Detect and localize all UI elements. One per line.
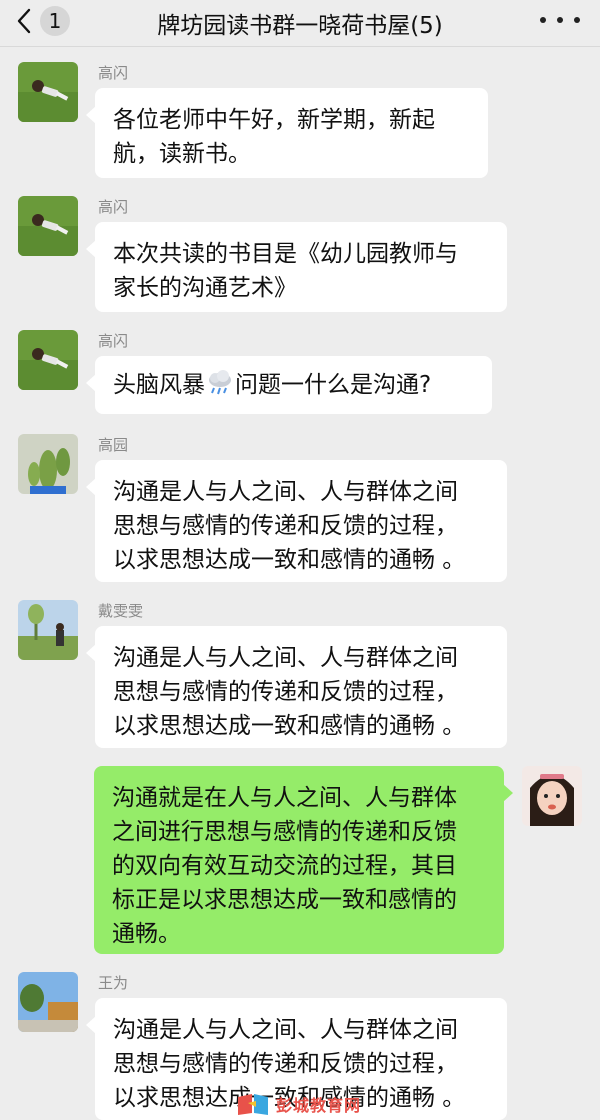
avatar-outdoor-photo [18, 600, 78, 660]
avatar[interactable] [522, 766, 582, 826]
avatar-grass-photo [18, 62, 78, 122]
avatar-street-photo [18, 972, 78, 1032]
avatar-grass-photo [18, 196, 78, 256]
avatar[interactable] [18, 196, 78, 256]
message-bubble[interactable]: 本次共读的书目是《幼儿园教师与 家长的沟通艺术》 [86, 222, 507, 312]
avatar-grass-photo [18, 330, 78, 390]
sender-name: 高闪 [98, 198, 129, 216]
site-watermark: 彭城教育网 [236, 1090, 361, 1118]
more-dot-icon [540, 17, 546, 23]
sender-name: 王为 [98, 974, 129, 992]
cloud-rain-emoji-icon [209, 370, 231, 395]
unread-count-badge: 1 [40, 6, 70, 36]
avatar-child-photo [522, 766, 582, 826]
message-bubble-self[interactable]: 沟通就是在人与人之间、人与群体 之间进行思想与感情的传递和反馈 的双向有效互动交… [94, 766, 513, 954]
more-dot-icon [574, 17, 580, 23]
more-options-button[interactable] [540, 6, 580, 34]
book-logo-icon [238, 1094, 268, 1115]
avatar[interactable] [18, 434, 78, 494]
avatar-cactus-photo [18, 434, 78, 494]
message-text: 问题一什么是沟通? [235, 372, 432, 398]
sender-name: 高园 [98, 436, 129, 454]
message-text: 头脑风暴 [113, 372, 205, 398]
sender-name: 高闪 [98, 64, 129, 82]
sender-name: 高闪 [98, 332, 129, 350]
avatar[interactable] [18, 600, 78, 660]
avatar[interactable] [18, 330, 78, 390]
message-bubble[interactable]: 沟通是人与人之间、人与群体之间 思想与感情的传递和反馈的过程， 以求思想达成一致… [86, 460, 507, 582]
back-button[interactable]: 1 [16, 6, 82, 36]
chat-header: 1 牌坊园读书群一晓荷书屋(5) [0, 0, 600, 47]
chevron-left-icon [17, 8, 31, 34]
watermark-text: 彭城教育网 [276, 1096, 362, 1115]
message-bubble[interactable]: 头脑风暴 问题一什么是沟通? [86, 356, 492, 414]
sender-name: 戴雯雯 [98, 602, 144, 620]
more-dot-icon [557, 17, 563, 23]
message-bubble[interactable]: 沟通是人与人之间、人与群体之间 思想与感情的传递和反馈的过程， 以求思想达成一致… [86, 626, 507, 748]
chat-title: 牌坊园读书群一晓荷书屋(5) [157, 13, 443, 39]
avatar[interactable] [18, 972, 78, 1032]
avatar[interactable] [18, 62, 78, 122]
message-bubble[interactable]: 各位老师中午好，新学期，新起 航，读新书。 [86, 88, 488, 178]
